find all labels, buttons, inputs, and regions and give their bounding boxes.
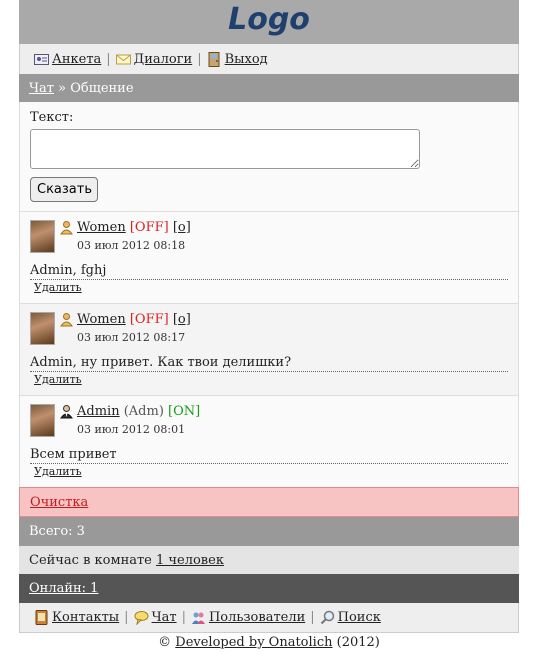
door-exit-icon (208, 51, 220, 67)
message-item: Women [OFF] [о] 03 июл 2012 08:17 Admin,… (19, 303, 519, 395)
text-label: Текст: (30, 110, 74, 125)
bottom-nav: Контакты | Чат | Пользователи | Поиск (19, 603, 519, 633)
header: Logo (19, 0, 519, 44)
status-badge: [OFF] (129, 220, 169, 235)
contacts-book-icon (35, 610, 48, 625)
search-magnifier-icon (320, 610, 334, 625)
separator: | (197, 51, 202, 67)
chat-bubble-icon (134, 611, 149, 625)
footer: © Developed by Onatolich (2012) (19, 635, 519, 650)
envelope-icon (115, 54, 131, 64)
user-admin-icon (60, 405, 73, 419)
logo[interactable]: Logo (228, 2, 310, 37)
profile-icon (34, 53, 49, 65)
message-author[interactable]: Women (77, 220, 126, 235)
separator: | (310, 610, 315, 625)
breadcrumb-separator: » (58, 80, 67, 96)
breadcrumb-chat-link[interactable]: Чат (29, 81, 54, 96)
message-text: Всем привет (30, 447, 508, 464)
message-author[interactable]: Admin (77, 404, 120, 419)
profile-link[interactable]: Анкета (52, 52, 101, 67)
private-link[interactable]: [о] (173, 312, 191, 327)
logout-link[interactable]: Выход (225, 52, 268, 67)
search-link[interactable]: Поиск (338, 610, 381, 625)
separator: | (106, 51, 111, 67)
copyright-symbol: © (158, 635, 172, 650)
user-female-icon (60, 221, 73, 235)
online-link[interactable]: Онлайн: 1 (29, 581, 98, 596)
dialogs-link[interactable]: Диалоги (134, 52, 193, 67)
room-info: Сейчас в комнате 1 человек (19, 546, 519, 574)
user-female-icon (60, 313, 73, 327)
breadcrumb-current: Общение (70, 80, 134, 96)
chat-link[interactable]: Чат (152, 610, 177, 625)
message-form: Текст: Сказать (19, 102, 519, 211)
avatar[interactable] (30, 312, 55, 345)
avatar[interactable] (30, 220, 55, 253)
message-date: 03 июл 2012 08:18 (77, 239, 186, 252)
separator: | (124, 610, 129, 625)
total-count: Всего: 3 (19, 517, 519, 546)
clear-link[interactable]: Очистка (30, 495, 88, 510)
message-list: Women [OFF] [о] 03 июл 2012 08:18 Admin,… (19, 211, 519, 487)
online-bar: Онлайн: 1 (19, 574, 519, 603)
message-textarea[interactable] (30, 129, 420, 169)
delete-link[interactable]: Удалить (34, 465, 82, 478)
contacts-link[interactable]: Контакты (52, 610, 119, 625)
clear-bar: Очистка (19, 487, 519, 517)
role-badge: (Adm) (123, 404, 164, 419)
users-link[interactable]: Пользователи (209, 610, 305, 625)
separator: | (181, 610, 186, 625)
page: Logo Анкета | Диалоги | Выход Чат » Обще… (19, 0, 519, 650)
send-button[interactable]: Сказать (30, 177, 98, 202)
footer-year: (2012) (336, 635, 380, 650)
room-users-link[interactable]: 1 человек (156, 553, 224, 568)
message-author[interactable]: Women (77, 312, 126, 327)
message-text: Admin, ну привет. Как твои делишки? (30, 355, 508, 372)
developer-link[interactable]: Developed by Onatolich (175, 635, 332, 650)
delete-link[interactable]: Удалить (34, 373, 82, 386)
room-prefix: Сейчас в комнате (29, 552, 152, 568)
status-badge: [OFF] (129, 312, 169, 327)
message-date: 03 июл 2012 08:17 (77, 331, 186, 344)
top-nav: Анкета | Диалоги | Выход (19, 44, 519, 74)
message-item: Admin (Adm) [ON] 03 июл 2012 08:01 Всем … (19, 395, 519, 487)
delete-link[interactable]: Удалить (34, 281, 82, 294)
avatar[interactable] (30, 404, 55, 437)
message-item: Women [OFF] [о] 03 июл 2012 08:18 Admin,… (19, 211, 519, 303)
message-date: 03 июл 2012 08:01 (77, 423, 186, 436)
status-badge: [ON] (168, 404, 201, 419)
users-group-icon (191, 612, 205, 624)
breadcrumb: Чат » Общение (19, 74, 519, 102)
message-text: Admin, fghj (30, 263, 508, 280)
private-link[interactable]: [о] (173, 220, 191, 235)
